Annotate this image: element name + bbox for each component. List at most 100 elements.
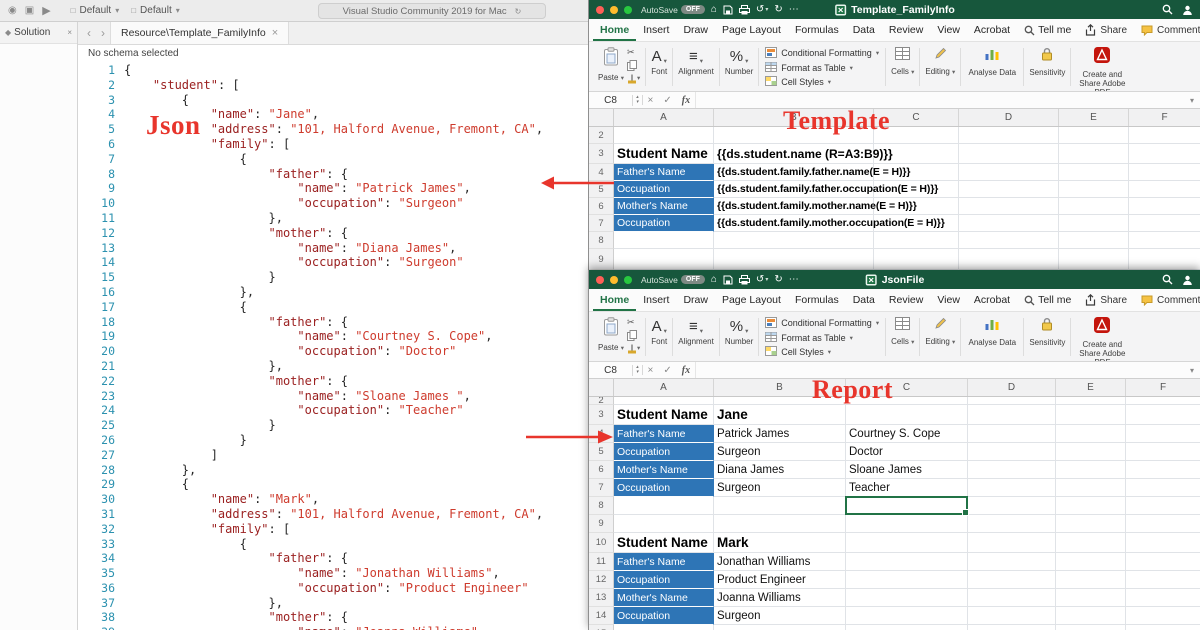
ribbon-tab-formulas[interactable]: Formulas <box>788 19 846 41</box>
stop-icon[interactable]: ▣ <box>25 5 34 16</box>
formula-input[interactable] <box>695 92 1184 108</box>
code-text[interactable]: ] <box>124 448 218 463</box>
code-text[interactable]: "occupation": "Surgeon" <box>124 255 464 270</box>
code-text[interactable]: } <box>124 418 276 433</box>
cell-C5[interactable]: Doctor <box>846 443 968 461</box>
cell-C9[interactable] <box>874 249 959 270</box>
cell-B13[interactable]: Joanna Williams <box>714 589 846 607</box>
cell-F13[interactable] <box>1126 589 1200 607</box>
name-box[interactable]: C8 <box>589 365 633 376</box>
cell-E7[interactable] <box>1059 215 1129 232</box>
column-header-F[interactable]: F <box>1129 109 1200 126</box>
cell-D12[interactable] <box>968 571 1056 589</box>
cells-button[interactable]: Cells ▾ <box>891 315 914 346</box>
code-text[interactable]: } <box>124 433 247 448</box>
ribbon-tab-home[interactable]: Home <box>593 19 636 41</box>
code-text[interactable]: "occupation": "Doctor" <box>124 344 456 359</box>
tell-me-button[interactable]: Tell me <box>1017 289 1078 311</box>
cell-E6[interactable] <box>1056 461 1126 479</box>
solution-configuration-dropdown[interactable]: □ Default ▾ <box>71 5 120 16</box>
run-button[interactable]: ▶ <box>42 4 50 17</box>
formula-input[interactable] <box>695 362 1184 378</box>
name-box-stepper[interactable]: ▴▾ <box>633 365 643 375</box>
ribbon-tab-data[interactable]: Data <box>846 289 882 311</box>
code-text[interactable]: { <box>124 537 247 552</box>
cell-A15[interactable] <box>614 625 714 630</box>
cell-D13[interactable] <box>968 589 1056 607</box>
cell-E5[interactable] <box>1056 443 1126 461</box>
row-header-9[interactable]: 9 <box>589 515 614 533</box>
cell-E3[interactable] <box>1056 405 1126 425</box>
cell-B7[interactable]: {{ds.student.family.mother.occupation(E … <box>714 215 874 232</box>
cell-A12[interactable]: Occupation <box>614 571 714 589</box>
cell-B9[interactable] <box>714 515 846 533</box>
cut-icon[interactable]: ✂ <box>627 48 640 57</box>
cancel-icon[interactable]: × <box>643 95 659 106</box>
cell-B11[interactable]: Jonathan Williams <box>714 553 846 571</box>
row-header-2[interactable]: 2 <box>589 397 614 405</box>
cell-F14[interactable] <box>1126 607 1200 625</box>
row-header-3[interactable]: 3 <box>589 405 614 425</box>
cell-F3[interactable] <box>1126 405 1200 425</box>
nav-back-icon[interactable]: ‹ <box>82 26 96 40</box>
cell-F5[interactable] <box>1126 443 1200 461</box>
cell-F9[interactable] <box>1129 249 1200 270</box>
column-header-D[interactable]: D <box>968 379 1056 396</box>
cell-D8[interactable] <box>968 497 1056 515</box>
minimize-button[interactable] <box>610 276 618 284</box>
print-icon[interactable] <box>739 275 750 285</box>
row-header-10[interactable]: 10 <box>589 533 614 553</box>
cell-F12[interactable] <box>1126 571 1200 589</box>
row-header-15[interactable]: 15 <box>589 625 614 630</box>
cell-C8[interactable] <box>874 232 959 249</box>
cell-D6[interactable] <box>968 461 1056 479</box>
close-button[interactable] <box>596 276 604 284</box>
code-text[interactable]: { <box>124 152 247 167</box>
row-header-7[interactable]: 7 <box>589 479 614 497</box>
comments-button[interactable]: Comments <box>1134 25 1200 36</box>
row-header-14[interactable]: 14 <box>589 607 614 625</box>
code-text[interactable]: }, <box>124 211 283 226</box>
enter-icon[interactable]: ✓ <box>658 95 676 106</box>
cell-C7[interactable]: Teacher <box>846 479 968 497</box>
sensitivity-button[interactable]: Sensitivity <box>1029 45 1065 77</box>
column-header-D[interactable]: D <box>959 109 1059 126</box>
code-text[interactable]: "student": [ <box>124 78 240 93</box>
cell-E8[interactable] <box>1059 232 1129 249</box>
cell-A6[interactable]: Mother's Name <box>614 198 714 215</box>
cell-E8[interactable] <box>1056 497 1126 515</box>
cell-B14[interactable]: Surgeon <box>714 607 846 625</box>
cell-E4[interactable] <box>1059 164 1129 181</box>
cell-D9[interactable] <box>968 515 1056 533</box>
cell-A10[interactable]: Student Name <box>614 533 714 553</box>
font-button[interactable]: A▾Font <box>651 45 667 76</box>
comments-button[interactable]: Comments <box>1134 295 1200 306</box>
search-icon[interactable] <box>1162 274 1173 285</box>
cell-E7[interactable] <box>1056 479 1126 497</box>
cell-E10[interactable] <box>1056 533 1126 553</box>
number-format-button[interactable]: %▾Number <box>725 315 753 346</box>
ribbon-tab-insert[interactable]: Insert <box>636 289 676 311</box>
analyse-data-button[interactable]: Analyse Data <box>966 45 1018 77</box>
code-text[interactable]: "name": "Courtney S. Cope", <box>124 329 492 344</box>
code-text[interactable]: { <box>124 300 247 315</box>
cell-A7[interactable]: Occupation <box>614 215 714 232</box>
cell-E4[interactable] <box>1056 425 1126 443</box>
code-text[interactable]: "name": "Diana James", <box>124 241 456 256</box>
ribbon-tab-review[interactable]: Review <box>882 289 930 311</box>
cell-B8[interactable] <box>714 497 846 515</box>
tell-me-button[interactable]: Tell me <box>1017 19 1078 41</box>
code-text[interactable]: "name": "Mark", <box>124 492 319 507</box>
row-header-6[interactable]: 6 <box>589 461 614 479</box>
cell-D8[interactable] <box>959 232 1059 249</box>
cell-C4[interactable]: Courtney S. Cope <box>846 425 968 443</box>
code-text[interactable]: }, <box>124 359 283 374</box>
cell-A13[interactable]: Mother's Name <box>614 589 714 607</box>
row-header-13[interactable]: 13 <box>589 589 614 607</box>
cell-F8[interactable] <box>1129 232 1200 249</box>
cancel-icon[interactable]: × <box>643 365 659 376</box>
cell-A2[interactable] <box>614 127 714 144</box>
cell-C12[interactable] <box>846 571 968 589</box>
format-painter-icon[interactable]: ▾ <box>627 344 640 354</box>
cell-A4[interactable]: Father's Name <box>614 425 714 443</box>
